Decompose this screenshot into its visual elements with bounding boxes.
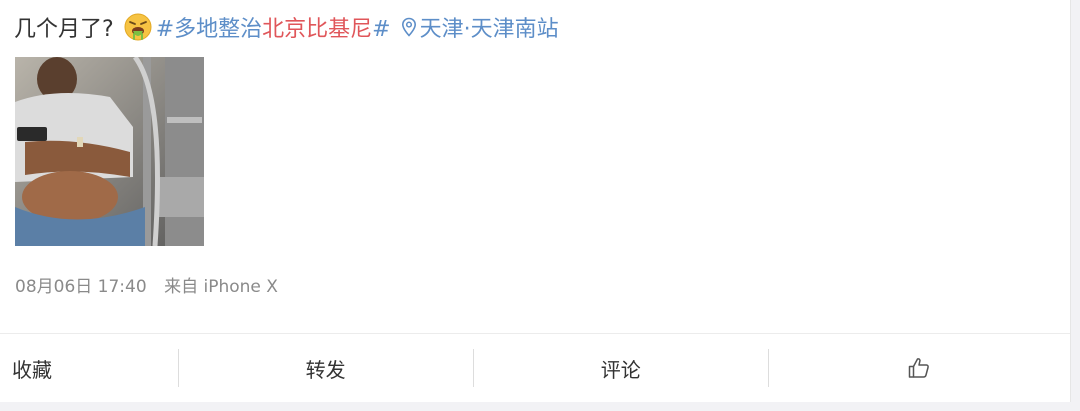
favorite-button[interactable]: 收藏 <box>0 334 178 402</box>
post-body-text: 几个月了? <box>14 17 114 42</box>
post-text: 几个月了? #多地整治北京比基尼# 天津·天津南站 <box>14 12 559 42</box>
post-source: 来自 iPhone X <box>164 277 278 297</box>
thumbs-up-icon <box>909 358 930 378</box>
weibo-post-card: 几个月了? #多地整治北京比基尼# 天津·天津南站 08月06日 17:40 来… <box>0 0 1071 402</box>
comment-button[interactable]: 评论 <box>474 334 768 402</box>
action-bar: 收藏 转发 评论 <box>0 333 1070 402</box>
post-photo[interactable] <box>15 57 204 246</box>
repost-button[interactable]: 转发 <box>179 334 473 402</box>
hashtag-link[interactable]: #多地整治北京比基尼# <box>156 11 391 43</box>
post-timestamp[interactable]: 08月06日 17:40 <box>15 277 147 297</box>
hashtag-prefix: #多地整治 <box>155 17 263 42</box>
location-link[interactable]: 天津·天津南站 <box>401 11 559 43</box>
repost-label: 转发 <box>305 357 346 382</box>
comment-label: 评论 <box>600 357 641 382</box>
vomiting-face-emoji-icon <box>124 13 152 41</box>
location-label: 天津·天津南站 <box>419 17 559 42</box>
location-pin-icon <box>401 17 416 37</box>
like-button[interactable] <box>769 334 1070 402</box>
hashtag-highlight: 北京比基尼 <box>262 17 373 42</box>
favorite-label: 收藏 <box>12 357 52 382</box>
hashtag-suffix: # <box>372 17 391 42</box>
post-meta: 08月06日 17:40 来自 iPhone X <box>15 272 278 297</box>
